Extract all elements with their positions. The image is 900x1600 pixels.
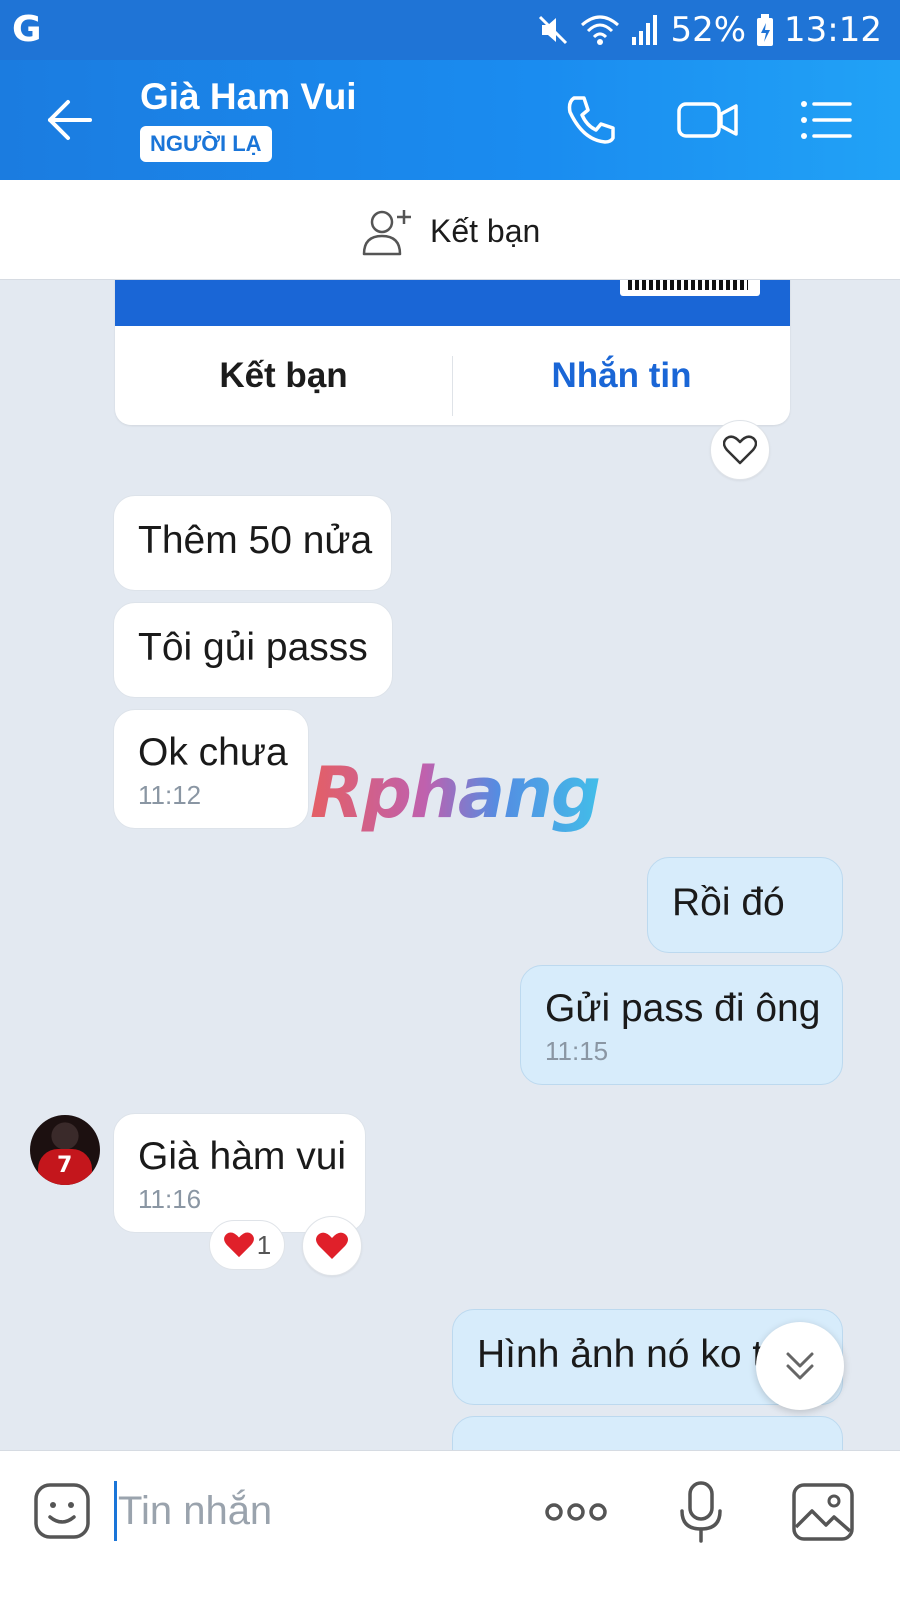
clock: 13:12 — [784, 10, 882, 50]
add-friend-bar: Kết bạn — [0, 180, 900, 280]
voice-call-button[interactable] — [560, 90, 620, 150]
heart-filled-icon — [223, 1232, 254, 1258]
message-text: Gửi pass đi ông — [545, 987, 821, 1030]
message-bubble-incoming[interactable]: Tôi gủi passs — [113, 602, 393, 698]
message-time: 11:16 — [138, 1184, 202, 1214]
profile-card: Kết bạn Nhắn tin — [115, 280, 790, 425]
scroll-to-bottom-button[interactable] — [756, 1322, 844, 1410]
add-friend-button[interactable]: Kết bạn — [360, 204, 540, 258]
status-bar: G 52% 13:12 — [0, 0, 900, 60]
menu-list-icon — [801, 101, 852, 139]
message-text: Thêm 50 nửa — [138, 519, 373, 562]
send-image-button[interactable] — [790, 1481, 856, 1543]
message-list[interactable]: Kết bạn Nhắn tin Thêm 50 nửa Tôi gủi pas… — [0, 280, 900, 1480]
message-time: 11:15 — [545, 1036, 609, 1066]
qr-code — [620, 280, 760, 296]
card-add-friend-button[interactable]: Kết bạn — [115, 326, 452, 425]
message-react-button[interactable] — [302, 1216, 362, 1276]
message-composer — [0, 1450, 900, 1600]
heart-outline-icon — [723, 435, 757, 465]
battery-icon — [757, 14, 774, 46]
back-arrow-icon — [48, 100, 92, 140]
more-button[interactable] — [543, 1481, 609, 1543]
video-call-icon — [677, 102, 738, 138]
video-call-button[interactable] — [676, 90, 740, 150]
watermark-logo: Rphang — [310, 752, 601, 834]
message-bubble-incoming[interactable]: Thêm 50 nửa — [113, 495, 392, 591]
microphone-icon — [680, 1481, 722, 1543]
message-bubble-outgoing[interactable]: Gửi pass đi ông 11:15 — [520, 965, 843, 1085]
image-icon — [792, 1483, 854, 1541]
reaction-count: 1 — [256, 1229, 272, 1260]
phone-icon — [567, 96, 615, 144]
message-text: Tôi gủi passs — [138, 626, 368, 669]
wifi-icon — [581, 15, 620, 45]
card-message-button[interactable]: Nhắn tin — [453, 326, 790, 425]
message-text: Già hàm vui — [138, 1135, 347, 1178]
google-icon: G — [12, 9, 42, 50]
emoji-icon — [34, 1483, 90, 1539]
message-bubble-outgoing[interactable]: Rồi đó — [647, 857, 843, 953]
message-text: Rồi đó — [672, 881, 785, 924]
profile-card-banner — [115, 280, 790, 326]
contact-avatar[interactable]: 7 — [30, 1115, 100, 1185]
contact-name[interactable]: Già Ham Vui — [140, 76, 357, 118]
stranger-badge: NGƯỜI LẠ — [140, 126, 272, 162]
chat-header: Già Ham Vui NGƯỜI LẠ — [0, 60, 900, 180]
status-icons: 52% 13:12 — [536, 8, 882, 52]
message-text: Ok chưa — [138, 731, 288, 774]
message-input[interactable] — [118, 1479, 498, 1543]
message-bubble-incoming[interactable]: Ok chưa 11:12 — [113, 709, 309, 829]
message-bubble-incoming[interactable]: Già hàm vui 11:16 — [113, 1113, 366, 1233]
text-cursor — [114, 1481, 117, 1541]
emoji-button[interactable] — [32, 1481, 92, 1541]
back-button[interactable] — [40, 90, 100, 150]
battery-percent: 52% — [670, 10, 747, 50]
more-dots-icon — [545, 1503, 607, 1521]
heart-filled-icon — [316, 1232, 348, 1259]
double-chevron-down-icon — [786, 1352, 814, 1380]
add-friend-label: Kết bạn — [430, 212, 541, 249]
voice-record-button[interactable] — [668, 1481, 734, 1543]
menu-button[interactable] — [796, 90, 856, 150]
card-react-button[interactable] — [710, 420, 770, 480]
add-person-icon — [362, 210, 411, 256]
signal-icon — [632, 15, 658, 45]
avatar-jersey-number: 7 — [57, 1153, 73, 1178]
reaction-summary[interactable]: 1 — [209, 1220, 285, 1270]
message-time: 11:12 — [138, 780, 202, 810]
mute-icon — [539, 15, 568, 45]
